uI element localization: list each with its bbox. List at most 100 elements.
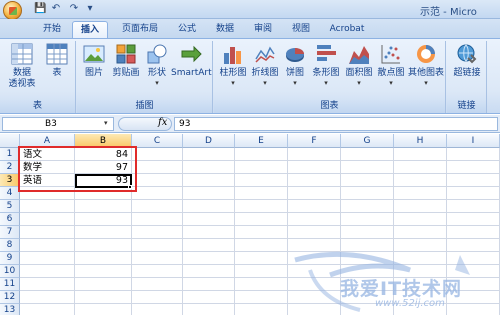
clipart-label: 剪贴画 <box>112 68 140 78</box>
select-all-corner[interactable] <box>0 134 20 148</box>
row-header-3[interactable]: 3 <box>0 174 20 187</box>
pie-chart-button[interactable]: 饼图 ▾ <box>282 43 308 87</box>
other-charts-label: 其他图表 <box>407 68 444 78</box>
grid-row-line <box>20 238 500 239</box>
highlight-box <box>18 146 137 192</box>
column-chart-icon <box>224 47 241 64</box>
formula-bar: B3 ▾ fx 93 <box>0 115 500 133</box>
tab-page-layout[interactable]: 页面布局 <box>112 21 168 38</box>
picture-icon <box>83 45 105 63</box>
row-header-9[interactable]: 9 <box>0 252 20 265</box>
group-tables-label: 表 <box>0 100 75 113</box>
tab-insert[interactable]: 插入 <box>72 21 108 38</box>
pie-chart-dropdown-icon: ▾ <box>293 79 297 87</box>
pivot-table-icon <box>11 43 33 65</box>
smartart-label: SmartArt <box>171 68 212 78</box>
ribbon: 数据 透视表 表 表 图片 剪贴画 形状 ▾ SmartArt 插图 柱形图 ▾… <box>0 38 500 114</box>
table-button[interactable]: 表 <box>44 43 70 79</box>
formula-input[interactable]: 93 <box>174 117 498 131</box>
pie-chart-label: 饼图 <box>285 68 304 78</box>
pie-chart-icon <box>286 48 304 62</box>
picture-button[interactable]: 图片 <box>81 43 107 79</box>
tab-acrobat[interactable]: Acrobat <box>322 21 372 38</box>
undo-icon[interactable]: ↶ <box>50 3 62 15</box>
scatter-chart-icon <box>381 45 400 64</box>
clipart-button[interactable]: 剪贴画 <box>109 43 143 79</box>
row-header-7[interactable]: 7 <box>0 226 20 239</box>
row-header-5[interactable]: 5 <box>0 200 20 213</box>
tab-review[interactable]: 审阅 <box>246 21 280 38</box>
smartart-button[interactable]: SmartArt <box>171 43 212 79</box>
scatter-chart-button[interactable]: 散点图 ▾ <box>376 43 406 87</box>
row-header-11[interactable]: 11 <box>0 278 20 291</box>
bar-chart-button[interactable]: 条形图 ▾ <box>310 43 342 87</box>
group-charts-label: 图表 <box>214 100 445 113</box>
other-charts-button[interactable]: 其他图表 ▾ <box>407 43 445 87</box>
area-chart-icon <box>349 46 369 64</box>
grid-row-line <box>20 212 500 213</box>
pivot-table-button[interactable]: 数据 透视表 <box>6 43 38 90</box>
line-chart-button[interactable]: 折线图 ▾ <box>250 43 280 87</box>
tab-data[interactable]: 数据 <box>208 21 242 38</box>
row-header-12[interactable]: 12 <box>0 291 20 304</box>
column-header-C[interactable]: C <box>132 134 183 148</box>
row-header-6[interactable]: 6 <box>0 213 20 226</box>
row-header-1[interactable]: 1 <box>0 148 20 161</box>
hyperlink-icon <box>457 44 477 64</box>
customize-qat-icon[interactable]: ▾ <box>84 3 96 15</box>
office-button[interactable] <box>3 1 22 20</box>
row-header-10[interactable]: 10 <box>0 265 20 278</box>
column-header-H[interactable]: H <box>394 134 447 148</box>
save-icon[interactable]: 💾 <box>34 3 46 15</box>
tab-view[interactable]: 视图 <box>284 21 318 38</box>
shapes-label: 形状 <box>147 68 166 78</box>
hyperlink-button[interactable]: 超链接 <box>449 43 485 79</box>
name-box-dropdown-icon[interactable]: ▾ <box>104 119 108 127</box>
group-links-label: 链接 <box>447 100 486 113</box>
name-box[interactable]: B3 <box>2 117 114 131</box>
line-chart-dropdown-icon: ▾ <box>263 79 267 87</box>
shapes-icon <box>147 44 167 64</box>
ribbon-tabs: 开始 插入 页面布局 公式 数据 审阅 视图 Acrobat <box>0 19 500 38</box>
area-chart-button[interactable]: 面积图 ▾ <box>344 43 374 87</box>
group-tables: 数据 透视表 表 表 <box>0 41 76 113</box>
area-chart-label: 面积图 <box>345 68 373 78</box>
bar-chart-label: 条形图 <box>312 68 340 78</box>
picture-label: 图片 <box>84 68 103 78</box>
row-header-13[interactable]: 13 <box>0 304 20 315</box>
column-header-F[interactable]: F <box>288 134 341 148</box>
table-label: 表 <box>52 68 62 78</box>
watermark-text: 我爱IT技术网 <box>340 278 463 300</box>
hyperlink-label: 超链接 <box>453 68 481 78</box>
title-bar: 💾 ↶ ↷ ▾ 示范 - Micro <box>0 0 500 20</box>
scatter-chart-dropdown-icon: ▾ <box>389 79 393 87</box>
group-illustrations: 图片 剪贴画 形状 ▾ SmartArt 插图 <box>77 41 213 113</box>
scatter-chart-label: 散点图 <box>377 68 405 78</box>
office-logo-icon <box>9 7 17 15</box>
column-header-E[interactable]: E <box>235 134 288 148</box>
row-header-4[interactable]: 4 <box>0 187 20 200</box>
bar-chart-icon <box>317 45 336 61</box>
clipart-icon <box>116 44 136 64</box>
table-icon <box>46 43 68 65</box>
tab-home[interactable]: 开始 <box>34 21 70 38</box>
insert-function-icon[interactable]: fx <box>158 117 167 128</box>
bar-chart-dropdown-icon: ▾ <box>324 79 328 87</box>
column-header-I[interactable]: I <box>447 134 500 148</box>
group-illustrations-label: 插图 <box>77 100 212 113</box>
pivot-table-label-1: 数据 <box>12 68 31 78</box>
row-header-8[interactable]: 8 <box>0 239 20 252</box>
area-chart-dropdown-icon: ▾ <box>357 79 361 87</box>
column-chart-button[interactable]: 柱形图 ▾ <box>218 43 248 87</box>
row-header-2[interactable]: 2 <box>0 161 20 174</box>
watermark-url: www.52ij.com <box>375 298 445 309</box>
redo-icon[interactable]: ↷ <box>68 3 80 15</box>
group-links: 超链接 链接 <box>447 41 487 113</box>
shapes-button[interactable]: 形状 ▾ <box>145 43 169 87</box>
column-header-D[interactable]: D <box>183 134 235 148</box>
column-header-G[interactable]: G <box>341 134 394 148</box>
tab-formulas[interactable]: 公式 <box>170 21 204 38</box>
pivot-table-label-2: 透视表 <box>8 79 36 89</box>
line-chart-icon <box>255 46 275 63</box>
watermark: 我爱IT技术网 www.52ij.com <box>290 240 500 315</box>
